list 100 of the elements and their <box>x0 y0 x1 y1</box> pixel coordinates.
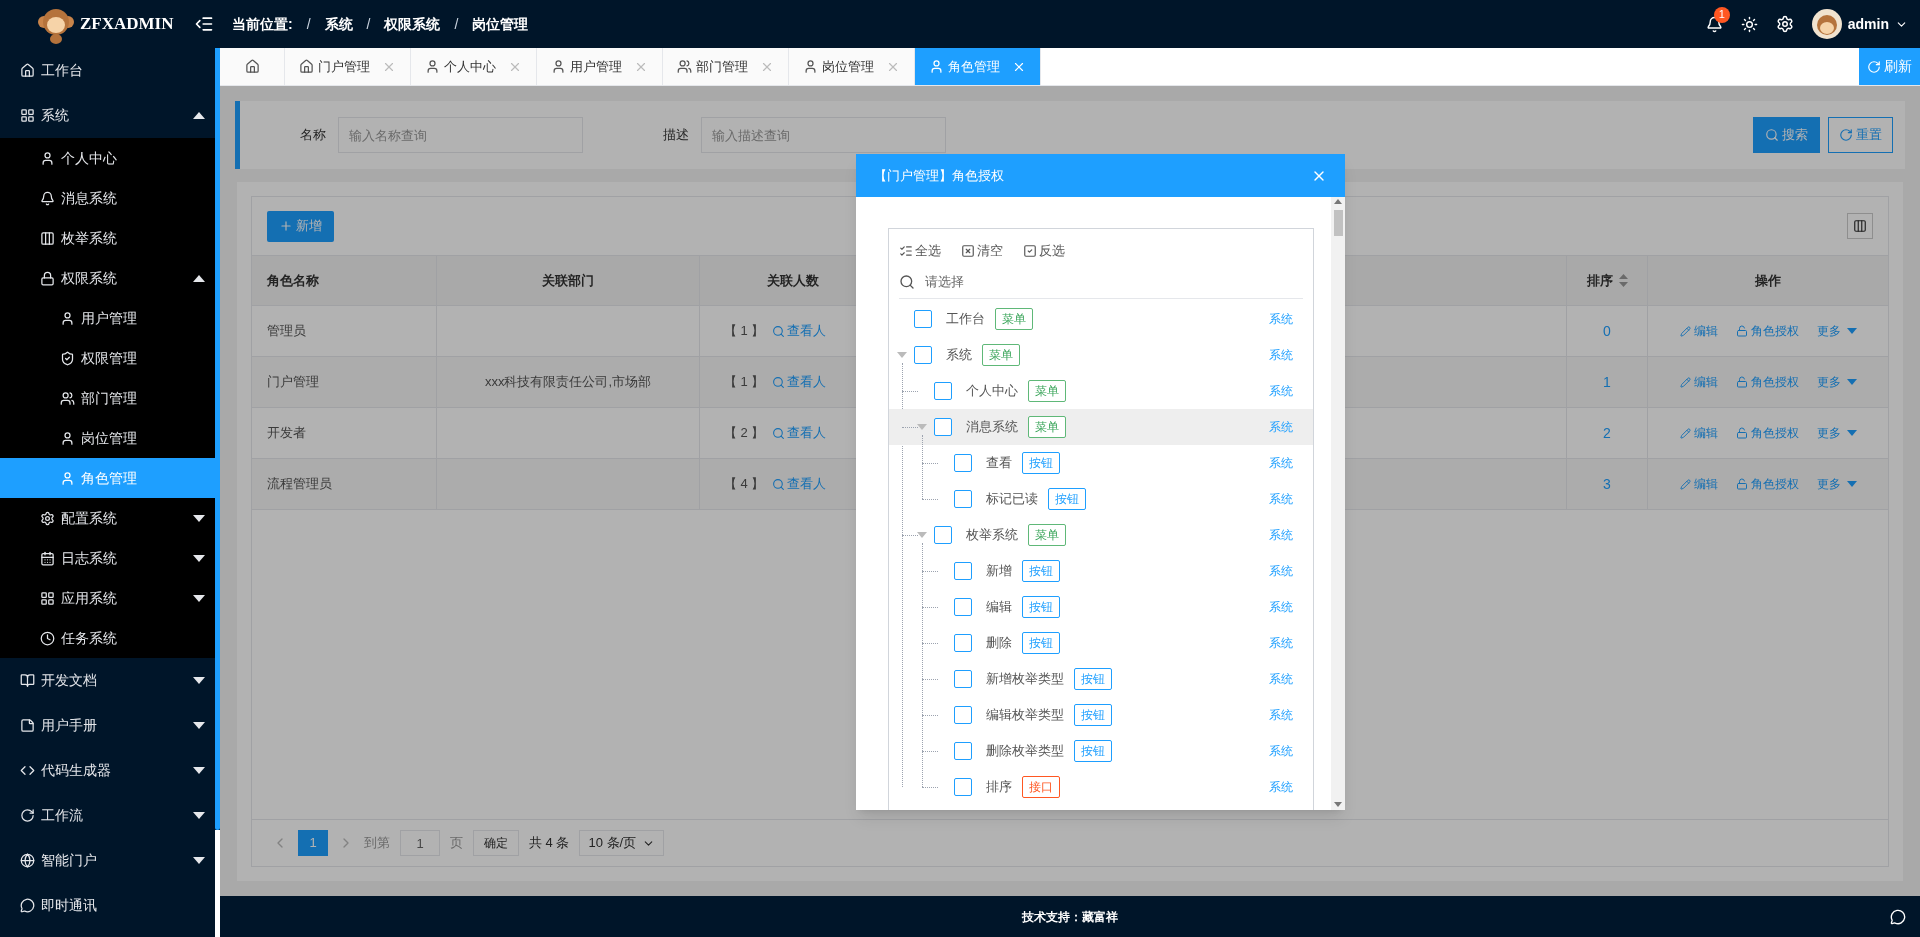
scope-link[interactable]: 系统 <box>1269 346 1293 364</box>
search-button[interactable]: 搜索 <box>1753 117 1820 153</box>
user-menu[interactable]: admin <box>1811 9 1908 39</box>
modal-title: 【门户管理】角色授权 <box>874 166 1005 185</box>
tab[interactable]: 个人中心 <box>411 48 537 85</box>
sidebar-item[interactable]: 角色管理 <box>0 458 215 498</box>
scope-link[interactable]: 系统 <box>1269 742 1293 760</box>
checkbox[interactable] <box>934 526 952 544</box>
search-field[interactable]: 输入描述查询 <box>701 117 946 153</box>
scope-link[interactable]: 系统 <box>1269 418 1293 436</box>
caret-down-icon[interactable] <box>917 424 927 430</box>
scope-link[interactable]: 系统 <box>1269 454 1293 472</box>
tool-button[interactable]: 反选 <box>1023 241 1065 261</box>
tab[interactable]: 门户管理 <box>285 48 411 85</box>
sidebar-item[interactable]: 岗位管理 <box>0 418 215 458</box>
scroll-thumb[interactable] <box>1333 210 1343 236</box>
checkbox[interactable] <box>954 670 972 688</box>
breadcrumb-item[interactable]: 权限系统 <box>384 13 441 35</box>
authorize-link[interactable]: 角色授权 <box>1735 475 1799 493</box>
column-header[interactable]: 排序 <box>1567 256 1648 305</box>
sidebar-item[interactable]: 枚举系统 <box>0 218 215 258</box>
tool-button[interactable]: 清空 <box>961 241 1003 261</box>
tab[interactable]: 岗位管理 <box>789 48 915 85</box>
more-link[interactable]: 更多 <box>1816 475 1857 493</box>
sidebar-item[interactable]: 个人中心 <box>0 138 215 178</box>
more-link[interactable]: 更多 <box>1816 373 1857 391</box>
plus-icon <box>279 219 293 233</box>
tool-button[interactable]: 全选 <box>899 241 941 261</box>
checklist-icon <box>899 244 913 258</box>
sidebar-item[interactable]: 部门管理 <box>0 378 215 418</box>
reset-button[interactable]: 重置 <box>1828 117 1893 153</box>
scope-link[interactable]: 系统 <box>1269 670 1293 688</box>
add-button[interactable]: 新增 <box>267 210 334 242</box>
view-link[interactable]: 查看人 <box>772 423 827 443</box>
page-input[interactable]: 1 <box>400 830 440 856</box>
checkbox[interactable] <box>954 562 972 580</box>
tab[interactable]: 角色管理 <box>915 48 1041 85</box>
caret-down-icon[interactable] <box>917 532 927 538</box>
scope-link[interactable]: 系统 <box>1269 706 1293 724</box>
search-field[interactable]: 输入名称查询 <box>338 117 583 153</box>
scope-link[interactable]: 系统 <box>1269 562 1293 580</box>
sidebar-item[interactable]: 日志系统 <box>0 538 215 578</box>
checkbox[interactable] <box>954 634 972 652</box>
sidebar-item[interactable]: 用户管理 <box>0 298 215 338</box>
home-tab[interactable] <box>220 48 285 85</box>
checkbox[interactable] <box>954 454 972 472</box>
scope-link[interactable]: 系统 <box>1269 490 1293 508</box>
sidebar-item[interactable]: 权限管理 <box>0 338 215 378</box>
checkbox[interactable] <box>934 418 952 436</box>
tab[interactable]: 部门管理 <box>663 48 789 85</box>
checkbox[interactable] <box>934 382 952 400</box>
scroll-down-icon[interactable] <box>1334 802 1342 807</box>
sidebar-item[interactable]: 配置系统 <box>0 498 215 538</box>
scope-link[interactable]: 系统 <box>1269 598 1293 616</box>
view-link[interactable]: 查看人 <box>772 372 827 392</box>
scope-link[interactable]: 系统 <box>1269 382 1293 400</box>
sidebar-item[interactable]: 任务系统 <box>0 618 215 658</box>
authorize-link[interactable]: 角色授权 <box>1735 322 1799 340</box>
authorize-link[interactable]: 角色授权 <box>1735 373 1799 391</box>
tag: 按钮 <box>1048 488 1086 510</box>
edit-link[interactable]: 编辑 <box>1679 475 1718 493</box>
refresh-button[interactable]: 刷新 <box>1859 48 1920 85</box>
edit-link[interactable]: 编辑 <box>1679 424 1718 442</box>
scope-link[interactable]: 系统 <box>1269 310 1293 328</box>
checkbox[interactable] <box>954 598 972 616</box>
checkbox[interactable] <box>954 778 972 796</box>
menu-icon[interactable] <box>194 14 214 34</box>
edit-link[interactable]: 编辑 <box>1679 322 1718 340</box>
scroll-up-icon[interactable] <box>1334 199 1342 204</box>
more-link[interactable]: 更多 <box>1816 424 1857 442</box>
checkbox[interactable] <box>914 310 932 328</box>
tree-search-field[interactable]: 请选择 <box>925 271 1303 292</box>
page-size-select[interactable]: 10 条/页 <box>579 830 665 856</box>
edit-link[interactable]: 编辑 <box>1679 373 1718 391</box>
checkbox[interactable] <box>954 490 972 508</box>
chat-icon[interactable] <box>1890 908 1906 925</box>
scrollbar[interactable] <box>1331 197 1345 810</box>
checkbox[interactable] <box>914 346 932 364</box>
sun-icon[interactable] <box>1740 15 1758 33</box>
breadcrumb-item[interactable]: 岗位管理 <box>472 13 529 35</box>
sidebar-item[interactable]: 应用系统 <box>0 578 215 618</box>
view-link[interactable]: 查看人 <box>772 474 827 494</box>
tab[interactable]: 用户管理 <box>537 48 663 85</box>
sidebar-item[interactable]: 消息系统 <box>0 178 215 218</box>
settings-icon[interactable] <box>1775 15 1794 33</box>
checkbox[interactable] <box>954 706 972 724</box>
authorize-link[interactable]: 角色授权 <box>1735 424 1799 442</box>
checkbox[interactable] <box>954 742 972 760</box>
scope-link[interactable]: 系统 <box>1269 634 1293 652</box>
sidebar-item[interactable]: 权限系统 <box>0 258 215 298</box>
scope-link[interactable]: 系统 <box>1269 778 1293 796</box>
view-link[interactable]: 查看人 <box>772 321 827 341</box>
more-link[interactable]: 更多 <box>1816 322 1857 340</box>
scope-link[interactable]: 系统 <box>1269 526 1293 544</box>
page-button[interactable]: 1 <box>298 830 328 856</box>
columns-button[interactable] <box>1847 213 1873 239</box>
confirm-button[interactable]: 确定 <box>473 830 519 856</box>
breadcrumb-item[interactable]: 系统 <box>324 13 353 35</box>
scrollbar[interactable] <box>215 48 220 937</box>
sort-icon[interactable] <box>1618 274 1628 287</box>
